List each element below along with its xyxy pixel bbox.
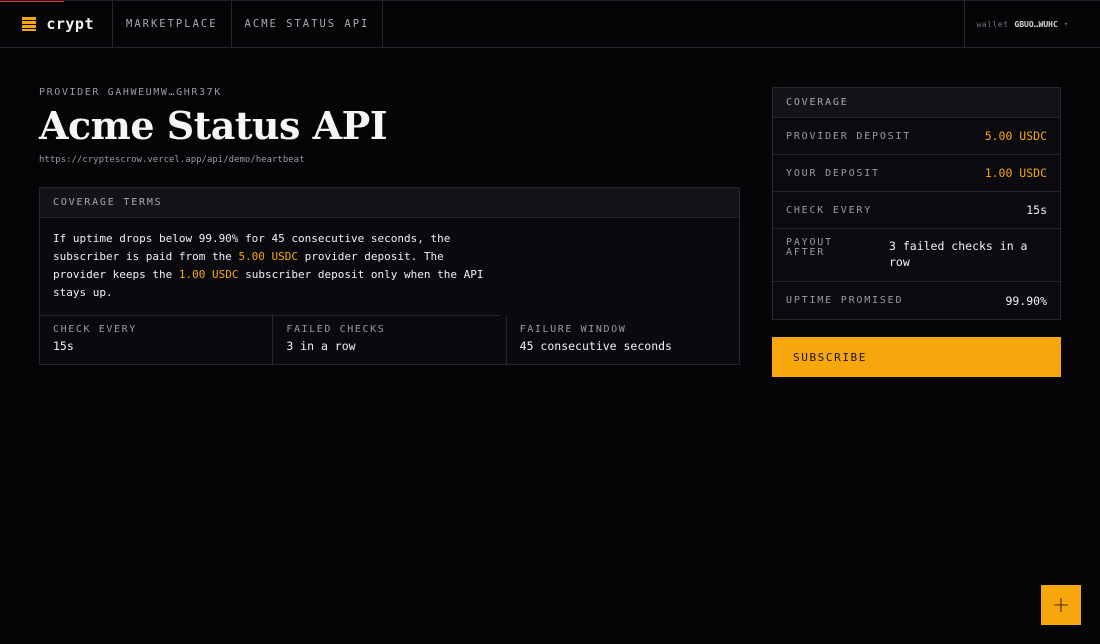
coverage-summary-panel: COVERAGE PROVIDER DEPOSIT 5.00 USDC YOUR… [772,87,1061,320]
stat-failure-window: FAILURE WINDOW 45 consecutive seconds [507,316,739,364]
stat-label: CHECK EVERY [53,324,137,335]
coverage-value: 15s [1026,203,1047,217]
stat-value: 45 consecutive seconds [519,339,672,353]
coverage-label: CHECK EVERY [786,204,873,216]
subscribe-button[interactable]: SUBSCRIBE [772,337,1061,377]
terms-subscriber-deposit: 1.00 USDC [178,268,239,281]
stat-label: FAILED CHECKS [286,324,386,335]
stat-label: FAILURE WINDOW [519,324,627,335]
chevron-down-icon: ▾ [1063,20,1068,28]
coverage-heading: COVERAGE [773,88,1060,118]
plus-icon[interactable]: + [1041,585,1081,625]
stat-value: 3 in a row [286,339,356,353]
coverage-label: PROVIDER DEPOSIT [786,130,912,142]
coverage-value: 3 failed checks in a row [889,239,1028,269]
coverage-terms-panel: COVERAGE TERMS If uptime drops below 99.… [39,187,740,365]
stat-check-every: CHECK EVERY 15s [40,316,274,364]
stacked-bars-logo-icon [22,17,37,31]
provider-id: PROVIDER GAHWEUMW…GHR37K [39,87,222,98]
coverage-row-check-every: CHECK EVERY 15s [773,192,1060,229]
coverage-value: 99.90% [1005,293,1047,308]
coverage-label: UPTIME PROMISED [786,295,904,306]
coverage-terms-heading: COVERAGE TERMS [40,188,739,218]
page-title: Acme Status API [39,103,388,148]
stat-failed-checks: FAILED CHECKS 3 in a row [273,316,507,364]
nav-item-marketplace[interactable]: MARKETPLACE [113,1,232,47]
brand-name: crypt [46,15,94,33]
coverage-value: 5.00 USDC [984,129,1047,143]
coverage-row-your-deposit: YOUR DEPOSIT 1.00 USDC [773,155,1060,192]
brand-home-link[interactable]: crypt [0,1,113,47]
coverage-label: YOUR DEPOSIT [786,167,880,179]
stat-value: 15s [53,339,74,353]
coverage-row-provider-deposit: PROVIDER DEPOSIT 5.00 USDC [773,118,1060,155]
terms-stats-row: CHECK EVERY 15s FAILED CHECKS 3 in a row… [40,316,739,364]
coverage-row-uptime-promised: UPTIME PROMISED 99.90% [773,282,1060,319]
coverage-terms-description: If uptime drops below 99.90% for 45 cons… [40,218,500,316]
wallet-label: wallet [976,19,1009,29]
nav-item-acme-status-api[interactable]: ACME STATUS API [232,1,384,47]
wallet-address: GBUO…WUHC [1014,19,1058,29]
wallet-selector[interactable]: wallet GBUO…WUHC ▾ [963,1,1100,47]
terms-provider-deposit: 5.00 USDC [238,250,299,263]
coverage-label: PAYOUT AFTER [786,237,833,258]
coverage-row-payout-after: PAYOUT AFTER 3 failed checks in a row [773,229,1060,282]
api-endpoint-url: https://cryptescrow.vercel.app/api/demo/… [39,155,305,165]
coverage-value: 1.00 USDC [984,166,1047,180]
top-navigation-bar: crypt MARKETPLACE ACME STATUS API wallet… [0,0,1100,48]
